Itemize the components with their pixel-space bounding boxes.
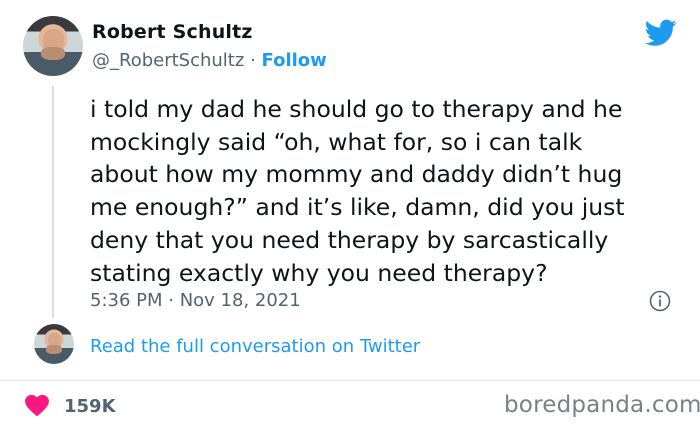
info-icon[interactable]: [649, 290, 671, 312]
reply-avatar[interactable]: [34, 324, 74, 364]
twitter-bird-icon[interactable]: [645, 19, 677, 47]
tweet-text: i told my dad he should go to therapy an…: [90, 95, 625, 287]
avatar-hand: [46, 344, 62, 354]
author-name[interactable]: Robert Schultz: [92, 21, 253, 43]
tweet-timestamp[interactable]: 5:36 PM · Nov 18, 2021: [90, 290, 301, 311]
author-avatar[interactable]: [23, 16, 83, 76]
like-count[interactable]: 159K: [64, 396, 116, 417]
avatar-hand: [41, 47, 65, 61]
read-conversation-link[interactable]: Read the full conversation on Twitter: [90, 336, 420, 357]
author-handle-line: @_RobertSchultz · Follow: [92, 50, 327, 71]
watermark: boredpanda.com: [504, 392, 700, 418]
thread-line: [52, 86, 54, 318]
follow-button[interactable]: Follow: [262, 50, 327, 71]
author-handle[interactable]: @_RobertSchultz: [92, 50, 244, 71]
handle-separator: ·: [250, 50, 256, 71]
heart-icon[interactable]: [24, 393, 50, 417]
divider: [0, 380, 700, 381]
